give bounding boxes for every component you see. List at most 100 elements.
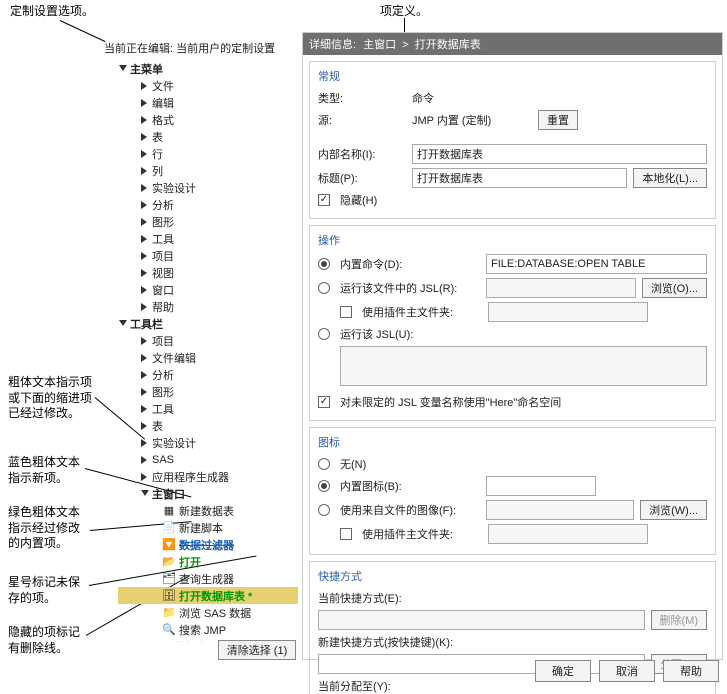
- clear-selection-button[interactable]: 清除选择 (1): [218, 640, 296, 660]
- fileicon-radio[interactable]: [318, 504, 330, 516]
- collapse-icon[interactable]: [140, 387, 150, 397]
- db-icon: 🗄: [162, 589, 176, 603]
- builtinicon-combo[interactable]: [486, 476, 596, 496]
- collapse-icon[interactable]: [140, 98, 150, 108]
- useaddin-checkbox[interactable]: [340, 306, 352, 318]
- tree-item[interactable]: 视图: [118, 264, 298, 281]
- collapse-icon[interactable]: [140, 81, 150, 91]
- expand-icon[interactable]: [140, 489, 150, 499]
- tree-searchjmp[interactable]: 🔍搜索 JMP: [118, 621, 298, 638]
- tree-item[interactable]: 图形: [118, 383, 298, 400]
- tree-opendb[interactable]: 🗄打开数据库表 *: [118, 587, 298, 604]
- tree-item[interactable]: 工具: [118, 230, 298, 247]
- collapse-icon[interactable]: [140, 183, 150, 193]
- tree-datafilter[interactable]: 🔽数据过滤器: [118, 536, 298, 553]
- help-button[interactable]: 帮助: [663, 660, 719, 682]
- iname-input[interactable]: 打开数据库表: [412, 144, 707, 164]
- tree-mainwin[interactable]: 主窗口: [118, 485, 298, 502]
- tree-item[interactable]: 格式: [118, 111, 298, 128]
- collapse-icon[interactable]: [140, 302, 150, 312]
- tree-item[interactable]: 编辑: [118, 94, 298, 111]
- delete-button[interactable]: 删除(M): [651, 610, 708, 630]
- tree-item[interactable]: 表: [118, 417, 298, 434]
- builtinicon-radio[interactable]: [318, 480, 330, 492]
- panel-title-icon: 图标: [318, 434, 707, 450]
- browse-button[interactable]: 浏览(O)...: [642, 278, 707, 298]
- reset-button[interactable]: 重置: [538, 110, 578, 130]
- collapse-icon[interactable]: [140, 438, 150, 448]
- runjsl2-label: 运行该 JSL(U):: [340, 326, 480, 342]
- collapse-icon[interactable]: [140, 370, 150, 380]
- useaddin2-checkbox[interactable]: [340, 528, 352, 540]
- tree-item[interactable]: 实验设计: [118, 179, 298, 196]
- tree-item[interactable]: 文件: [118, 77, 298, 94]
- collapse-icon[interactable]: [140, 421, 150, 431]
- tree-item[interactable]: 行: [118, 145, 298, 162]
- tree-item[interactable]: 列: [118, 162, 298, 179]
- tree-open[interactable]: 📂打开: [118, 553, 298, 570]
- jsl-textarea[interactable]: [340, 346, 707, 386]
- collapse-icon[interactable]: [140, 455, 150, 465]
- collapse-icon[interactable]: [140, 404, 150, 414]
- tree-item[interactable]: SAS: [118, 451, 298, 468]
- folder-icon: 📂: [162, 555, 176, 569]
- title-input[interactable]: 打开数据库表: [412, 168, 627, 188]
- collapse-icon[interactable]: [140, 336, 150, 346]
- fileicon-input[interactable]: [486, 500, 634, 520]
- ok-button[interactable]: 确定: [535, 660, 591, 682]
- panel-title-action: 操作: [318, 232, 707, 248]
- detail-panel: 详细信息: 主窗口 > 打开数据库表 常规 类型:命令 源:JMP 内置 (定制…: [302, 32, 723, 660]
- tree-item[interactable]: 工具: [118, 400, 298, 417]
- browse2-button[interactable]: 浏览(W)...: [640, 500, 707, 520]
- tree-querybuilder[interactable]: 🗂查询生成器: [118, 570, 298, 587]
- tree-item[interactable]: 应用程序生成器: [118, 468, 298, 485]
- tree-item[interactable]: 窗口: [118, 281, 298, 298]
- expand-icon[interactable]: [118, 319, 128, 329]
- tree-item[interactable]: 图形: [118, 213, 298, 230]
- jslfile-input[interactable]: [486, 278, 636, 298]
- collapse-icon[interactable]: [162, 642, 172, 643]
- expand-icon[interactable]: [118, 64, 128, 74]
- builtin-radio[interactable]: [318, 258, 330, 270]
- scope-label: 对未限定的 JSL 变量名称使用"Here"命名空间: [340, 394, 561, 410]
- noicon-radio[interactable]: [318, 458, 330, 470]
- tree-browsesas[interactable]: 📁浏览 SAS 数据: [118, 604, 298, 621]
- tree-toolbar[interactable]: 工具栏: [118, 315, 298, 332]
- tree-item[interactable]: 表: [118, 128, 298, 145]
- tree-item[interactable]: 帮助: [118, 298, 298, 315]
- tree-newscript[interactable]: 📄新建脚本: [118, 519, 298, 536]
- script-icon: 📄: [162, 521, 176, 535]
- hide-checkbox[interactable]: [318, 194, 330, 206]
- addin2-input[interactable]: [488, 524, 648, 544]
- scope-checkbox[interactable]: [318, 396, 330, 408]
- tree-item[interactable]: 实验设计: [118, 434, 298, 451]
- tree-newtable[interactable]: ▦新建数据表: [118, 502, 298, 519]
- collapse-icon[interactable]: [140, 200, 150, 210]
- collapse-icon[interactable]: [140, 353, 150, 363]
- collapse-icon[interactable]: [140, 217, 150, 227]
- addin-input[interactable]: [488, 302, 648, 322]
- collapse-icon[interactable]: [140, 268, 150, 278]
- tree-item[interactable]: 分析: [118, 366, 298, 383]
- collapse-icon[interactable]: [140, 166, 150, 176]
- tree-item[interactable]: 文件编辑: [118, 349, 298, 366]
- curshort-input[interactable]: [318, 610, 645, 630]
- collapse-icon[interactable]: [140, 251, 150, 261]
- collapse-icon[interactable]: [140, 285, 150, 295]
- localize-button[interactable]: 本地化(L)...: [633, 168, 707, 188]
- tree-item[interactable]: 项目: [118, 247, 298, 264]
- collapse-icon[interactable]: [140, 115, 150, 125]
- cancel-button[interactable]: 取消: [599, 660, 655, 682]
- collapse-icon[interactable]: [140, 472, 150, 482]
- tree-main-menu[interactable]: 主菜单: [118, 60, 298, 77]
- tree-item[interactable]: 分析: [118, 196, 298, 213]
- tree-view[interactable]: 主菜单 文件编辑格式表行列实验设计分析图形工具项目视图窗口帮助 工具栏 项目文件…: [118, 60, 298, 642]
- tree-item[interactable]: 项目: [118, 332, 298, 349]
- anno-customize: 定制设置选项。: [10, 4, 94, 20]
- collapse-icon[interactable]: [140, 234, 150, 244]
- collapse-icon[interactable]: [140, 149, 150, 159]
- runjsl2-radio[interactable]: [318, 328, 330, 340]
- collapse-icon[interactable]: [140, 132, 150, 142]
- runjsl-radio[interactable]: [318, 282, 330, 294]
- builtin-combo[interactable]: FILE:DATABASE:OPEN TABLE: [486, 254, 707, 274]
